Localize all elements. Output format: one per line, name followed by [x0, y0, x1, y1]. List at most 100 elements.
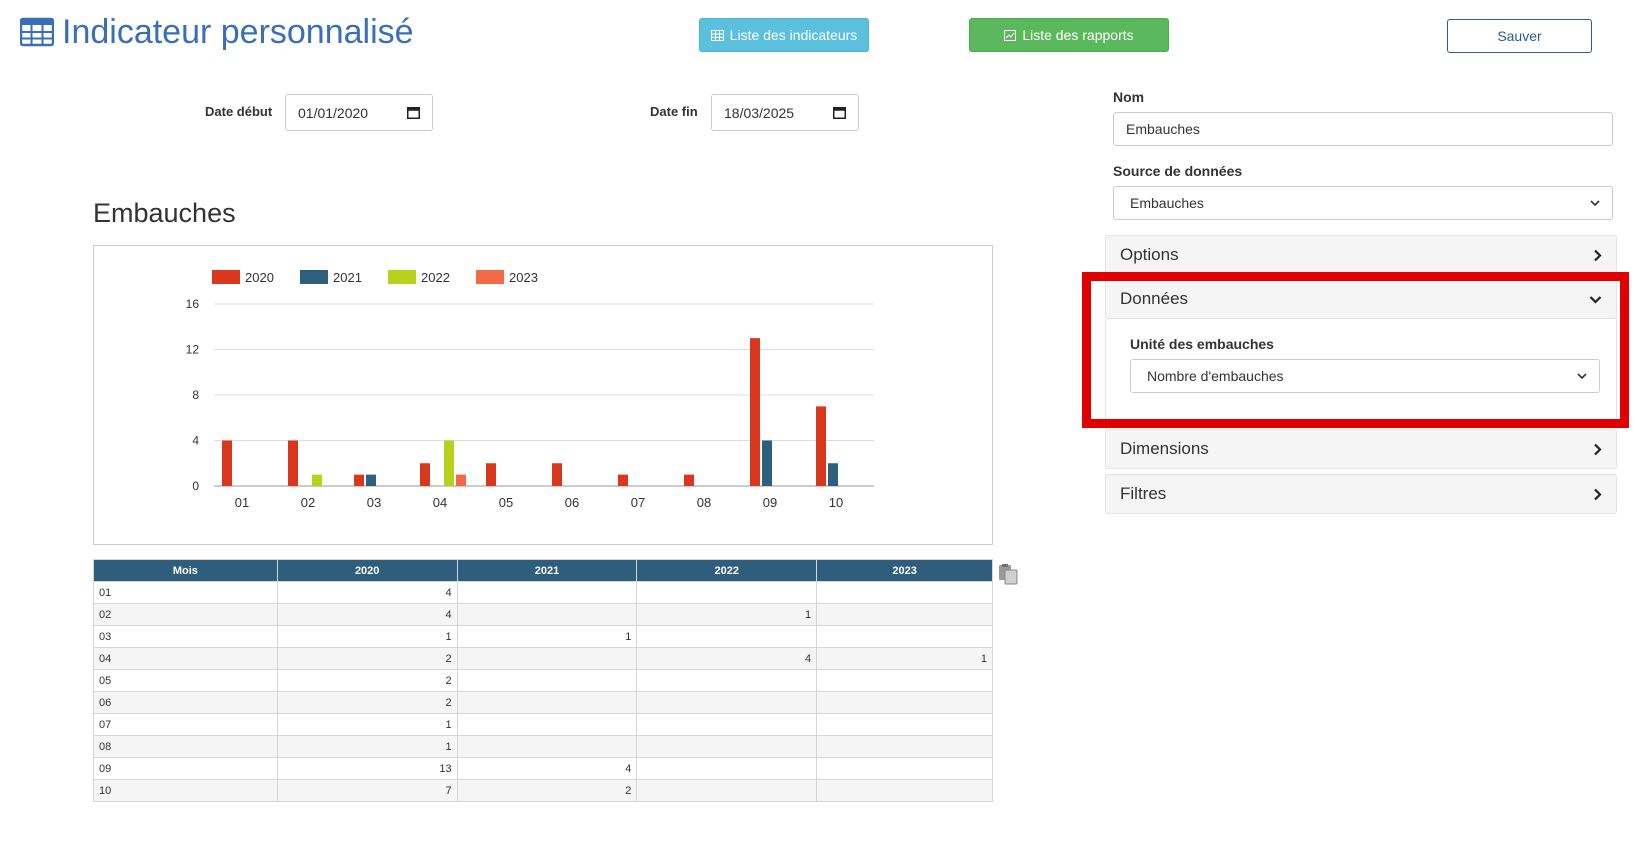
table-cell-value: [636, 691, 818, 714]
x-tick-label: 06: [565, 495, 579, 510]
chevron-right-icon: [1594, 443, 1602, 455]
chevron-down-icon: [1589, 295, 1602, 304]
bar-2021-09: [762, 440, 772, 486]
table-cell-month: 04: [93, 647, 278, 670]
calendar-icon[interactable]: [833, 106, 846, 119]
table-row: 01 4: [93, 581, 993, 604]
list-indicators-button[interactable]: Liste des indicateurs: [699, 18, 869, 52]
unit-select[interactable]: Nombre d'embauches: [1130, 359, 1600, 393]
table-cell-value: [456, 581, 638, 604]
table-cell-value: [636, 713, 818, 736]
bar-2020-03: [354, 474, 364, 486]
table-row: 07 1: [93, 713, 993, 736]
table-cell-value: [816, 625, 993, 648]
table-cell-value: [816, 779, 993, 802]
legend-label: 2021: [333, 270, 362, 285]
date-start-label: Date début: [205, 104, 273, 119]
page-title-text: Indicateur personnalisé: [62, 12, 414, 51]
table-cell-value: 7: [276, 779, 458, 802]
date-end-input[interactable]: 18/03/2025: [711, 94, 859, 131]
table-cell-value: [456, 691, 638, 714]
report-icon: [1004, 29, 1017, 41]
table-cell-value: [636, 735, 818, 758]
table-header-cell[interactable]: 2021: [456, 559, 638, 582]
list-reports-label: Liste des rapports: [1022, 27, 1134, 43]
x-tick-label: 10: [829, 495, 843, 510]
table-cell-value: [816, 713, 993, 736]
table-cell-value: 1: [276, 735, 458, 758]
table-cell-value: [816, 603, 993, 626]
bar-chart: 048121601 02 03 04 05 06 07 08 09 102020 2021 2022 2…: [186, 270, 874, 510]
table-row: 06 2: [93, 691, 993, 714]
date-start-input[interactable]: 01/01/2020: [285, 94, 433, 131]
y-tick-label: 16: [186, 297, 200, 311]
table-cell-value: [816, 669, 993, 692]
source-select[interactable]: Embauches: [1113, 186, 1613, 220]
bar-2020-07: [618, 474, 628, 486]
chevron-down-icon: [1590, 199, 1600, 206]
legend-label: 2020: [245, 270, 274, 285]
legend-swatch: [388, 270, 416, 284]
panel-donnees[interactable]: Données: [1105, 279, 1617, 319]
table-cell-month: 03: [93, 625, 278, 648]
bar-2020-02: [288, 440, 298, 486]
bar-2021-10: [828, 463, 838, 486]
legend-swatch: [476, 270, 504, 284]
panel-dimensions[interactable]: Dimensions: [1105, 429, 1617, 469]
name-value: Embauches: [1126, 121, 1200, 137]
table-header-cell[interactable]: 2022: [636, 559, 818, 582]
table-cell-month: 06: [93, 691, 278, 714]
legend-label: 2022: [421, 270, 450, 285]
table-cell-value: [816, 691, 993, 714]
table-cell-value: [636, 757, 818, 780]
chevron-down-icon: [1577, 372, 1587, 379]
panel-options-label: Options: [1120, 245, 1179, 264]
table-cell-month: 08: [93, 735, 278, 758]
table-cell-value: [636, 581, 818, 604]
name-input[interactable]: Embauches: [1113, 112, 1613, 146]
x-tick-label: 05: [499, 495, 513, 510]
x-tick-label: 03: [367, 495, 381, 510]
table-cell-month: 05: [93, 669, 278, 692]
y-tick-label: 8: [192, 388, 199, 402]
list-reports-button[interactable]: Liste des rapports: [969, 18, 1169, 52]
table-cell-value: 13: [276, 757, 458, 780]
chart-heading: Embauches: [93, 198, 236, 228]
table-cell-month: 09: [93, 757, 278, 780]
table-cell-value: 2: [276, 647, 458, 670]
table-cell-value: 2: [276, 669, 458, 692]
table-cell-value: 1: [636, 603, 818, 626]
table-header-cell[interactable]: 2020: [276, 559, 458, 582]
data-table: Mois 2020 2021 2022 2023 01 4 02 4 1 03 1 1 04 2 4…: [93, 559, 993, 802]
table-header-cell[interactable]: Mois: [93, 559, 278, 582]
name-label: Nom: [1113, 89, 1145, 105]
save-button[interactable]: Sauver: [1447, 19, 1592, 53]
table-header-cell[interactable]: 2023: [816, 559, 993, 582]
chevron-right-icon: [1594, 488, 1602, 500]
table-cell-value: [816, 757, 993, 780]
date-end-value: 18/03/2025: [724, 104, 795, 121]
table-row: 09 13 4: [93, 757, 993, 780]
date-start-value: 01/01/2020: [298, 104, 369, 121]
panel-options[interactable]: Options: [1105, 235, 1617, 275]
page-title: Indicateur personnalisé: [20, 12, 414, 52]
table-cell-month: 01: [93, 581, 278, 604]
panel-filtres[interactable]: Filtres: [1105, 474, 1617, 514]
bar-2020-05: [486, 463, 496, 486]
bar-2022-04: [444, 440, 454, 486]
table-cell-value: 4: [636, 647, 818, 670]
table-cell-value: [456, 603, 638, 626]
table-cell-value: [456, 713, 638, 736]
table-cell-value: [456, 647, 638, 670]
copy-icon[interactable]: [997, 563, 1019, 585]
x-tick-label: 01: [235, 495, 249, 510]
bar-2020-08: [684, 474, 694, 486]
unit-value: Nombre d'embauches: [1147, 368, 1284, 384]
legend-swatch: [212, 270, 240, 284]
bar-2022-02: [312, 474, 322, 486]
table-cell-value: 1: [276, 713, 458, 736]
calendar-icon[interactable]: [407, 106, 420, 119]
bar-2020-01: [222, 440, 232, 486]
table-row: 02 4 1: [93, 603, 993, 626]
table-cell-month: 07: [93, 713, 278, 736]
